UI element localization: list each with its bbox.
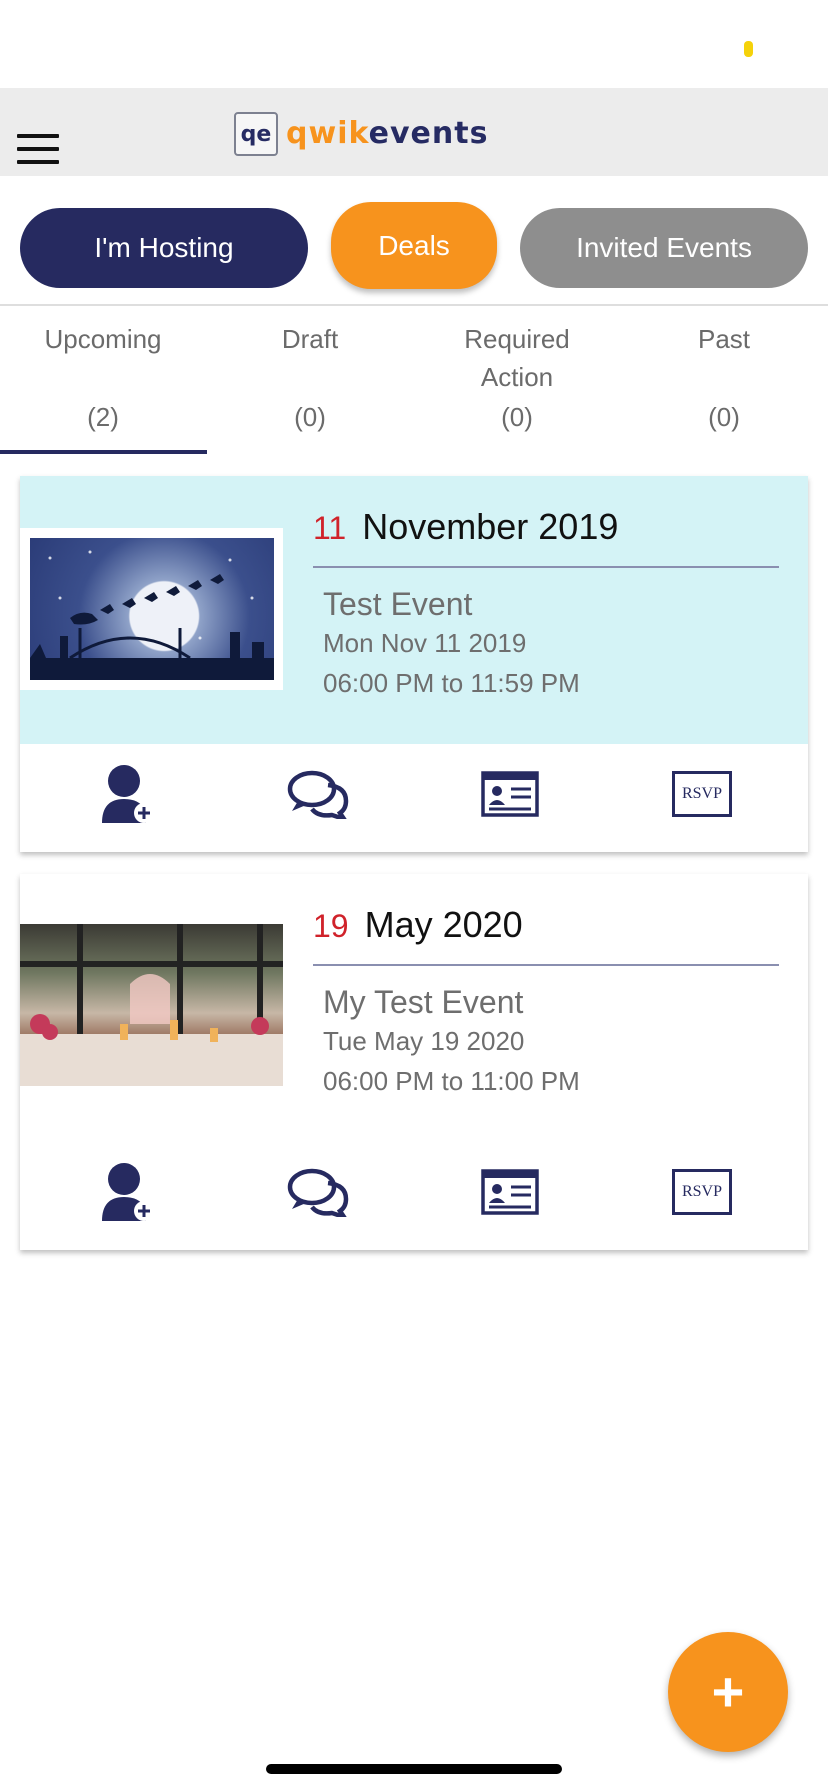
- tab-past-label: Past: [697, 324, 751, 354]
- event-date: Mon Nov 11 2019: [323, 628, 527, 658]
- event-date-heading: 19 May 2020: [313, 904, 523, 946]
- tab-upcoming[interactable]: Upcoming (2): [0, 320, 206, 432]
- chat-icon[interactable]: [286, 762, 350, 826]
- tab-required-action[interactable]: Required Action (0): [414, 320, 620, 432]
- date-divider: [313, 566, 779, 568]
- status-indicator-dot: [744, 41, 753, 57]
- add-event-fab[interactable]: +: [668, 1632, 788, 1752]
- event-day: 19: [313, 908, 349, 944]
- event-actions: RSVP: [20, 744, 808, 852]
- tab-past[interactable]: Past (0): [621, 320, 827, 432]
- logo-wordmark: qwikevents: [286, 119, 488, 149]
- invited-events-button[interactable]: Invited Events: [520, 208, 808, 288]
- rsvp-label: RSVP: [672, 771, 732, 817]
- event-date-heading: 11 November 2019: [313, 506, 618, 548]
- hamburger-menu-icon[interactable]: [17, 134, 59, 164]
- tab-draft-label: Draft: [281, 324, 339, 354]
- event-title: Test Event: [323, 586, 473, 622]
- event-actions: RSVP: [20, 1142, 808, 1250]
- logo-wordmark-qwik: qwik: [286, 116, 369, 151]
- event-date: Tue May 19 2020: [323, 1026, 525, 1056]
- chat-icon[interactable]: [286, 1160, 350, 1224]
- event-card-header[interactable]: 19 May 2020 My Test Event Tue May 19 202…: [20, 874, 808, 1142]
- event-card[interactable]: 11 November 2019 Test Event Mon Nov 11 2…: [20, 476, 808, 852]
- add-guest-icon[interactable]: [96, 762, 160, 826]
- id-card-icon[interactable]: [478, 1160, 542, 1224]
- app-logo: qe qwikevents: [234, 111, 488, 157]
- rsvp-icon[interactable]: RSVP: [670, 1160, 734, 1224]
- logo-wordmark-events: events: [368, 116, 489, 151]
- logo-mark: qe: [234, 112, 278, 156]
- date-divider: [313, 964, 779, 966]
- logo-mark-text: qe: [240, 121, 272, 147]
- tab-upcoming-count: (2): [87, 402, 119, 432]
- event-time: 06:00 PM to 11:59 PM: [323, 668, 580, 698]
- deals-button[interactable]: Deals: [331, 202, 497, 289]
- tab-upcoming-label: Upcoming: [44, 324, 162, 354]
- event-card[interactable]: 19 May 2020 My Test Event Tue May 19 202…: [20, 874, 808, 1250]
- event-title: My Test Event: [323, 984, 524, 1020]
- active-tab-indicator: [0, 450, 207, 454]
- dinner-table-candles-image: [20, 924, 283, 1086]
- tab-draft-count: (0): [294, 402, 326, 432]
- santa-sleigh-moon-image: [30, 538, 274, 680]
- status-bar: [0, 0, 828, 88]
- rsvp-icon[interactable]: RSVP: [670, 762, 734, 826]
- tab-past-count: (0): [708, 402, 740, 432]
- event-month-year: May 2020: [364, 904, 523, 945]
- event-image: [20, 528, 283, 690]
- home-indicator[interactable]: [266, 1764, 562, 1774]
- divider: [0, 304, 828, 306]
- event-month-year: November 2019: [362, 506, 619, 547]
- tab-draft[interactable]: Draft (0): [207, 320, 413, 432]
- rsvp-label: RSVP: [672, 1169, 732, 1215]
- event-time: 06:00 PM to 11:00 PM: [323, 1066, 580, 1096]
- im-hosting-button[interactable]: I'm Hosting: [20, 208, 308, 288]
- event-day: 11: [313, 510, 347, 546]
- id-card-icon[interactable]: [478, 762, 542, 826]
- tab-required-action-label: Required Action: [464, 324, 570, 392]
- add-guest-icon[interactable]: [96, 1160, 160, 1224]
- event-card-header[interactable]: 11 November 2019 Test Event Mon Nov 11 2…: [20, 476, 808, 744]
- tab-required-action-count: (0): [501, 402, 533, 432]
